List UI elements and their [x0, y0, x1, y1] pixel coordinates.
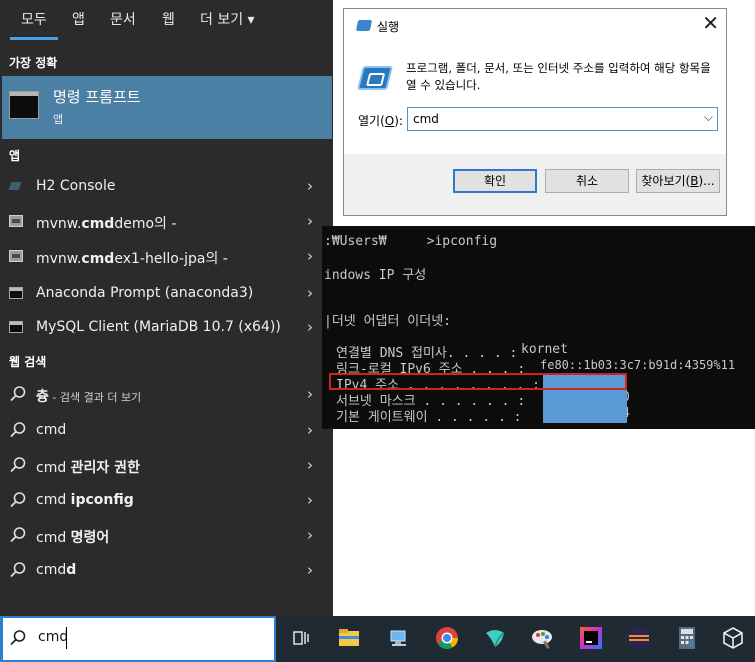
chevron-right-icon[interactable]: › [307, 385, 313, 403]
run-dialog-title: 실행 [377, 20, 400, 34]
web-item-2[interactable]: cmd 관리자 권한 › [0, 449, 333, 483]
search-icon [10, 492, 26, 508]
search-icon [10, 422, 26, 438]
open-label: 열기(O): [358, 114, 403, 128]
gateway-label: 기본 게이트웨이 . . . . . : [336, 410, 522, 425]
close-icon[interactable]: ✕ [702, 11, 719, 35]
web-label: cmd 관리자 권한 [36, 460, 140, 476]
tab-apps[interactable]: 앱 [72, 9, 85, 29]
cancel-button[interactable]: 취소 [545, 169, 629, 193]
app-item-mysql-client[interactable]: MySQL Client (MariaDB 10.7 (x64)) › [0, 311, 333, 345]
web-item-4[interactable]: cmd 명령어 › [0, 519, 333, 553]
chevron-right-icon[interactable]: › [307, 284, 313, 302]
chevron-right-icon[interactable]: › [307, 318, 313, 336]
best-match-title: 명령 프롬프트 [53, 88, 141, 106]
search-tabs: 모두 앱 문서 웹 더 보기 ▾ [0, 0, 333, 44]
box-icon[interactable] [720, 625, 746, 651]
start-menu: 모두 앱 문서 웹 더 보기 ▾ 가장 정확 명령 프롬프트 앱 앱 H2 Co… [0, 0, 333, 616]
link-local-value: fe80::1b03:3c7:b91d:4359%11 [540, 358, 736, 372]
ipv4-highlight-box [329, 373, 627, 390]
app-label: mvnw.cmdex1-hello-jpa의 - [36, 251, 228, 267]
task-view-icon[interactable] [288, 625, 314, 651]
file-explorer-icon[interactable] [336, 625, 362, 651]
web-search-header: 웹 검색 [9, 355, 47, 369]
command-prompt-icon [9, 91, 39, 119]
web-label: 츙 - 검색 결과 더 보기 [36, 389, 142, 405]
run-icon [355, 20, 373, 31]
web-item-0[interactable]: 츙 - 검색 결과 더 보기 › [0, 378, 333, 412]
adapter-header: |더넷 어댑터 이더넷: [324, 314, 451, 329]
best-match-header: 가장 정확 [9, 56, 58, 70]
prompt-line: :₩Users₩ >ipconfig [324, 234, 498, 249]
open-combobox[interactable]: cmd ⌵ [407, 107, 718, 131]
app-item-mvnw-jpa[interactable]: mvnw.cmdex1-hello-jpa의 - › [0, 240, 333, 274]
tab-all[interactable]: 모두 [21, 9, 47, 29]
web-item-1[interactable]: cmd › [0, 414, 333, 448]
web-label: cmd 명령어 [36, 530, 110, 546]
search-icon [10, 630, 26, 646]
terminal-icon [9, 321, 23, 333]
chevron-right-icon[interactable]: › [307, 421, 313, 439]
chevron-right-icon[interactable]: › [307, 247, 313, 265]
calculator-icon[interactable] [674, 625, 700, 651]
web-label: cmd [36, 422, 67, 438]
active-tab-indicator [10, 37, 58, 40]
script-file-icon [9, 250, 23, 262]
app-label: Anaconda Prompt (anaconda3) [36, 285, 254, 301]
taskbar [276, 616, 755, 662]
search-icon [10, 527, 26, 543]
chevron-down-icon[interactable]: ⌵ [704, 110, 713, 125]
h2-console-icon [9, 180, 23, 192]
chevron-right-icon[interactable]: › [307, 212, 313, 230]
apps-header: 앱 [9, 149, 21, 163]
run-description: 프로그램, 폴더, 문서, 또는 인터넷 주소를 입력하여 해당 항목을 열 수… [406, 61, 711, 92]
run-dialog: 실행 ✕ 프로그램, 폴더, 문서, 또는 인터넷 주소를 입력하여 해당 항목… [343, 8, 727, 216]
terminal-icon [9, 287, 23, 299]
tab-more[interactable]: 더 보기 ▾ [200, 9, 255, 29]
command-prompt-window: :₩Users₩ >ipconfig indows IP 구성 |더넷 어댑터 이… [322, 226, 755, 429]
chrome-icon[interactable] [434, 625, 460, 651]
search-value: cmd [38, 629, 69, 645]
chevron-right-icon[interactable]: › [307, 526, 313, 544]
paint-icon[interactable] [530, 625, 556, 651]
run-program-icon [357, 66, 393, 90]
app-item-anaconda-prompt[interactable]: Anaconda Prompt (anaconda3) › [0, 277, 333, 311]
chevron-right-icon[interactable]: › [307, 177, 313, 195]
search-input[interactable]: cmd [0, 616, 276, 662]
open-input-value: cmd [413, 112, 439, 126]
app-item-h2-console[interactable]: H2 Console › [0, 170, 333, 204]
app-label: mvnw.cmddemo의 - [36, 216, 177, 232]
chevron-right-icon[interactable]: › [307, 561, 313, 579]
search-icon [10, 457, 26, 473]
browse-button[interactable]: 찾아보기(B)... [636, 169, 720, 193]
dns-suffix-value: kornet [521, 342, 568, 357]
app-icon[interactable] [482, 625, 508, 651]
web-item-3[interactable]: cmd ipconfig › [0, 484, 333, 518]
app-label: H2 Console [36, 178, 116, 194]
tab-documents[interactable]: 문서 [110, 9, 136, 29]
tab-web[interactable]: 웹 [162, 9, 175, 29]
chevron-right-icon[interactable]: › [307, 456, 313, 474]
web-label: cmdd [36, 562, 77, 578]
run-dialog-footer: 확인 취소 찾아보기(B)... [344, 154, 726, 215]
network-icon[interactable] [386, 625, 412, 651]
intellij-icon[interactable] [578, 625, 604, 651]
search-icon [10, 386, 26, 402]
chevron-right-icon[interactable]: › [307, 491, 313, 509]
best-match-command-prompt[interactable]: 명령 프롬프트 앱 [2, 76, 332, 139]
search-icon [10, 562, 26, 578]
eclipse-icon[interactable] [626, 625, 652, 651]
windows-ip-config: indows IP 구성 [324, 268, 427, 283]
text-caret [66, 627, 67, 649]
ok-button[interactable]: 확인 [453, 169, 537, 193]
best-match-subtitle: 앱 [53, 113, 64, 126]
web-item-5[interactable]: cmdd › [0, 554, 333, 588]
app-label: MySQL Client (MariaDB 10.7 (x64)) [36, 319, 281, 335]
script-file-icon [9, 215, 23, 227]
app-item-mvnw-demo[interactable]: mvnw.cmddemo의 - › [0, 205, 333, 239]
web-label: cmd ipconfig [36, 492, 134, 508]
